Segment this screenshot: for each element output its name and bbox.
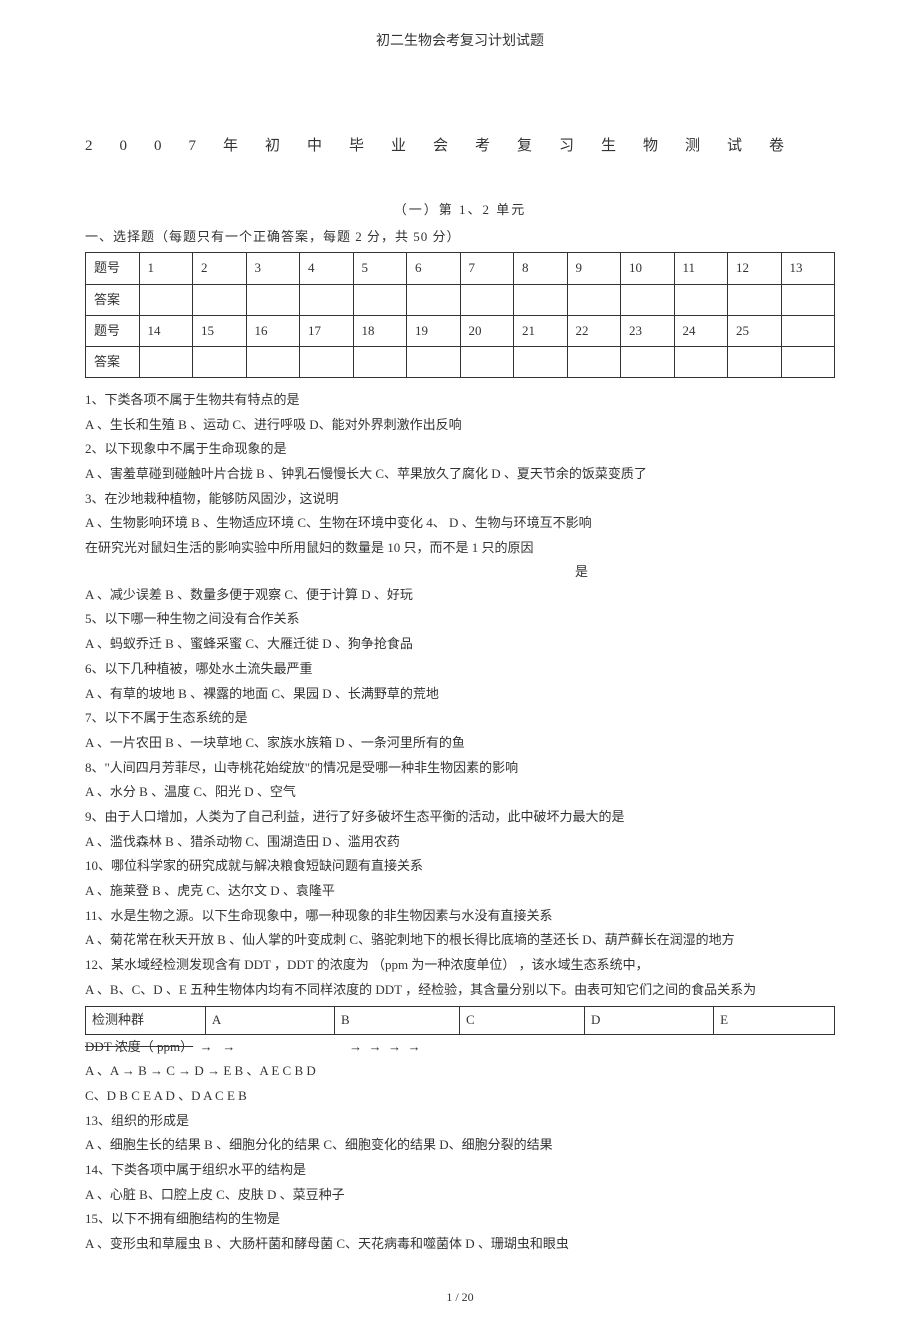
- num-cell: 8: [514, 253, 568, 284]
- question-13: 13、组织的形成是: [85, 1109, 835, 1134]
- question-4: 在研究光对鼠妇生活的影响实验中所用鼠妇的数量是 10 只，而不是 1 只的原因: [85, 536, 835, 561]
- question-1: 1、下类各项不属于生物共有特点的是: [85, 388, 835, 413]
- options-11: A 、菊花常在秋天开放 B 、仙人掌的叶变成刺 C、骆驼刺地下的根长得比底墒的茎…: [85, 928, 835, 953]
- num-cell: 5: [353, 253, 407, 284]
- num-cell: 20: [460, 315, 514, 346]
- options-1: A 、生长和生殖 B 、运动 C、进行呼吸 D、能对外界刺激作出反响: [85, 413, 835, 438]
- table-row: 答案: [86, 284, 835, 315]
- header-cell: D: [584, 1007, 713, 1034]
- question-15: 15、以下不拥有细胞结构的生物是: [85, 1207, 835, 1232]
- header-cell: 检测种群: [86, 1007, 206, 1034]
- num-cell: 6: [407, 253, 461, 284]
- num-cell: 11: [674, 253, 728, 284]
- options-10: A 、施莱登 B 、虎克 C、达尔文 D 、袁隆平: [85, 879, 835, 904]
- q4-reason: 是: [575, 561, 835, 583]
- main-title: 2007年初中毕业会考复习生物测试卷: [85, 134, 835, 160]
- answer-table: 题号 1 2 3 4 5 6 7 8 9 10 11 12 13 答案 题号 1…: [85, 252, 835, 377]
- num-cell: 4: [300, 253, 354, 284]
- ddt-label: DDT 浓度（ ppm）: [85, 1039, 193, 1054]
- question-6: 6、以下几种植被，哪处水土流失最严重: [85, 657, 835, 682]
- num-cell: 1: [139, 253, 193, 284]
- num-cell: 9: [567, 253, 621, 284]
- num-cell: 15: [193, 315, 247, 346]
- table-row: 答案: [86, 346, 835, 377]
- options-12a: A 、A → B → C → D → E B 、A E C B D: [85, 1059, 835, 1084]
- subtitle: （一）第 1、2 单元: [85, 199, 835, 221]
- options-13: A 、细胞生长的结果 B 、细胞分化的结果 C、细胞变化的结果 D、细胞分裂的结…: [85, 1133, 835, 1158]
- question-5: 5、以下哪一种生物之间没有合作关系: [85, 607, 835, 632]
- options-14: A 、心脏 B、口腔上皮 C、皮肤 D 、菜豆种子: [85, 1183, 835, 1208]
- num-cell: 24: [674, 315, 728, 346]
- row-label: 题号: [86, 315, 140, 346]
- q12-table: 检测种群 A B C D E: [85, 1006, 835, 1034]
- table-row: 题号 1 2 3 4 5 6 7 8 9 10 11 12 13: [86, 253, 835, 284]
- num-cell: 17: [300, 315, 354, 346]
- num-cell: 21: [514, 315, 568, 346]
- header-cell: C: [459, 1007, 584, 1034]
- header-cell: A: [205, 1007, 334, 1034]
- num-cell: 23: [621, 315, 675, 346]
- row-label: 题号: [86, 253, 140, 284]
- options-3: A 、生物影响环境 B 、生物适应环境 C、生物在环境中变化 4、 D 、生物与…: [85, 511, 835, 536]
- options-12b: C、D B C E A D 、D A C E B: [85, 1084, 835, 1109]
- header-cell: E: [714, 1007, 835, 1034]
- question-14: 14、下类各项中属于组织水平的结构是: [85, 1158, 835, 1183]
- num-cell: 19: [407, 315, 461, 346]
- question-2: 2、以下现象中不属于生命现象的是: [85, 437, 835, 462]
- options-8: A 、水分 B 、温度 C、阳光 D 、空气: [85, 780, 835, 805]
- question-8: 8、"人间四月芳菲尽，山寺桃花始绽放"的情况是受哪一种非生物因素的影响: [85, 756, 835, 781]
- num-cell: 25: [728, 315, 782, 346]
- question-12a: 12、某水域经检测发现含有 DDT ，DDT 的浓度为 （ppm 为一种浓度单位…: [85, 953, 835, 978]
- arrow-icon: → → → → → →: [196, 1039, 420, 1054]
- num-cell: 12: [728, 253, 782, 284]
- options-2: A 、害羞草碰到碰触叶片合拢 B 、钟乳石慢慢长大 C、苹果放久了腐化 D 、夏…: [85, 462, 835, 487]
- question-3: 3、在沙地栽种植物，能够防风固沙，这说明: [85, 487, 835, 512]
- q12-ddt-row: DDT 浓度（ ppm） → → → → → →: [85, 1035, 835, 1060]
- question-10: 10、哪位科学家的研究成就与解决粮食短缺问题有直接关系: [85, 854, 835, 879]
- num-cell: 3: [246, 253, 300, 284]
- num-cell: 13: [781, 253, 835, 284]
- num-cell: 16: [246, 315, 300, 346]
- num-cell: 18: [353, 315, 407, 346]
- num-cell: [781, 315, 835, 346]
- num-cell: 14: [139, 315, 193, 346]
- doc-title: 初二生物会考复习计划试题: [85, 30, 835, 54]
- options-6: A 、有草的坡地 B 、裸露的地面 C、果园 D 、长满野草的荒地: [85, 682, 835, 707]
- num-cell: 2: [193, 253, 247, 284]
- table-row: 题号 14 15 16 17 18 19 20 21 22 23 24 25: [86, 315, 835, 346]
- question-9: 9、由于人口增加，人类为了自己利益，进行了好多破坏生态平衡的活动，此中破坏力最大…: [85, 805, 835, 830]
- header-cell: B: [334, 1007, 459, 1034]
- question-11: 11、水是生物之源。以下生命现象中，哪一种现象的非生物因素与水没有直接关系: [85, 904, 835, 929]
- options-5: A 、蚂蚁乔迁 B 、蜜蜂采蜜 C、大雁迁徙 D 、狗争抢食品: [85, 632, 835, 657]
- row-label: 答案: [86, 284, 140, 315]
- num-cell: 22: [567, 315, 621, 346]
- table-row: 检测种群 A B C D E: [86, 1007, 835, 1034]
- question-12b: A 、B、C、D 、E 五种生物体内均有不同样浓度的 DDT ，经检验，其含量分…: [85, 978, 835, 1003]
- options-7: A 、一片农田 B 、一块草地 C、家族水族箱 D 、一条河里所有的鱼: [85, 731, 835, 756]
- num-cell: 7: [460, 253, 514, 284]
- options-4: A 、减少误差 B 、数量多便于观察 C、便于计算 D 、好玩: [85, 583, 835, 608]
- question-7: 7、以下不属于生态系统的是: [85, 706, 835, 731]
- options-15: A 、变形虫和草履虫 B 、大肠杆菌和酵母菌 C、天花病毒和噬菌体 D 、珊瑚虫…: [85, 1232, 835, 1257]
- section-header: 一、选择题（每题只有一个正确答案，每题 2 分，共 50 分）: [85, 226, 835, 248]
- page-footer: 1 / 20: [85, 1287, 835, 1307]
- num-cell: 10: [621, 253, 675, 284]
- options-9: A 、滥伐森林 B 、猎杀动物 C、围湖造田 D 、滥用农药: [85, 830, 835, 855]
- row-label: 答案: [86, 346, 140, 377]
